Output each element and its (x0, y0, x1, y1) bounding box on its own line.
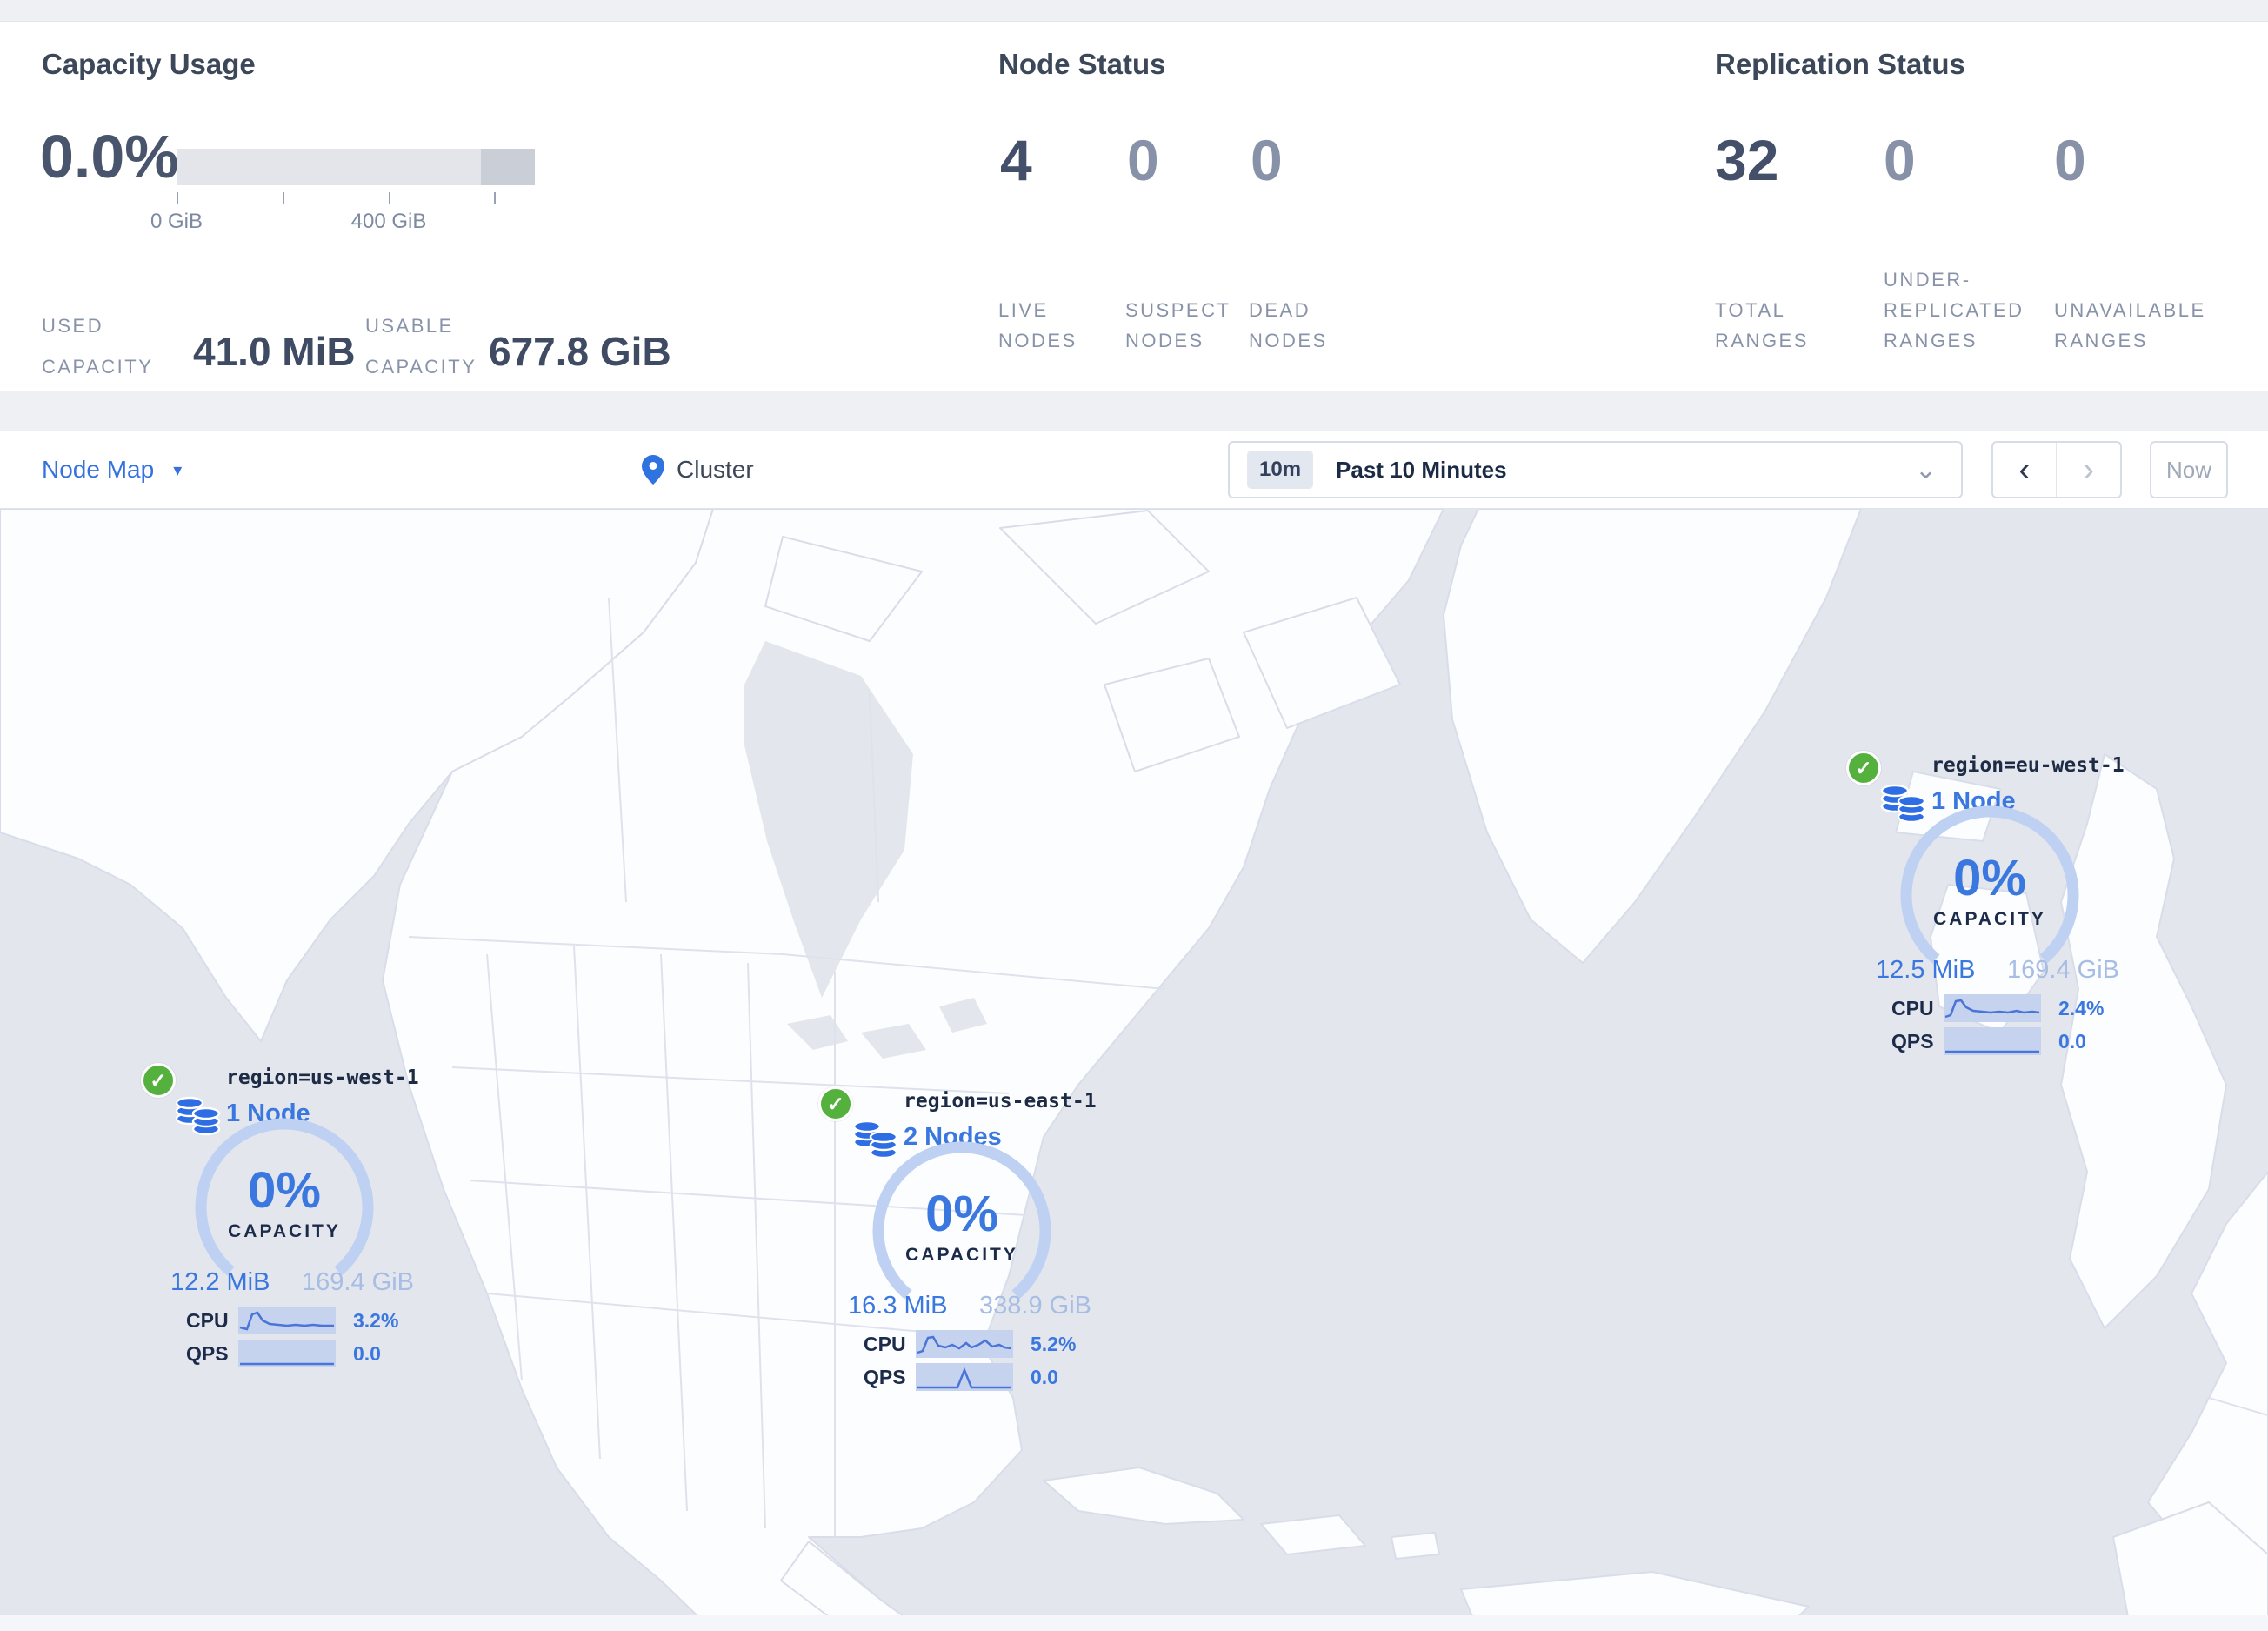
qps-label: QPS (186, 1341, 229, 1365)
total-ranges-label: TOTAL RANGES (1715, 299, 1809, 351)
cpu-row: CPU 3.2% (186, 1307, 398, 1334)
cpu-label: CPU (1891, 996, 1934, 1019)
suspect-nodes-label: SUSPECT NODES (1125, 299, 1231, 351)
region-used-capacity: 16.3 MiB (848, 1292, 948, 1320)
capacity-percent: 0.0% (40, 123, 179, 191)
cpu-label: CPU (864, 1332, 906, 1355)
capacity-bar-segment (481, 149, 535, 185)
breadcrumb-label: Cluster (677, 456, 754, 483)
used-capacity-value: 41.0 MiB (193, 329, 356, 374)
total-ranges-count: 32 (1715, 128, 1779, 192)
healthy-check-icon: ✓ (818, 1086, 853, 1121)
location-pin-icon (642, 455, 664, 485)
qps-label: QPS (864, 1365, 906, 1388)
time-range-chip: 10m (1247, 451, 1314, 489)
suspect-nodes-count: 0 (1127, 128, 1159, 192)
unavailable-ranges-count: 0 (2054, 128, 2086, 192)
usable-capacity-label: USABLE CAPACITY (365, 315, 477, 378)
usable-capacity-value: 677.8 GiB (489, 329, 671, 374)
node-map: ✓ region=us-west-1 1 Node 0% CAPACITY 12… (0, 509, 2268, 1631)
live-nodes-count: 4 (1000, 128, 1032, 192)
healthy-check-icon: ✓ (141, 1063, 176, 1098)
capacity-values: 12.2 MiB 169.4 GiB (170, 1268, 414, 1297)
gauge-percent: 0% (925, 1186, 998, 1242)
capacity-values: 16.3 MiB 338.9 GiB (848, 1292, 1091, 1320)
breadcrumb[interactable]: Cluster (642, 431, 754, 509)
region-marker-us-east-1[interactable]: ✓ region=us-east-1 2 Nodes 0% CAPACITY 1… (817, 1086, 1112, 1391)
chevron-down-icon: ⌄ (1914, 455, 1937, 485)
time-range-label: Past 10 Minutes (1336, 456, 1507, 483)
time-range-dropdown[interactable]: 10m Past 10 Minutes ⌄ (1228, 441, 1963, 498)
unavailable-ranges-label: UNAVAILABLE RANGES (2054, 299, 2206, 351)
cpu-row: CPU 2.4% (1891, 994, 2104, 1022)
healthy-check-icon: ✓ (1846, 751, 1881, 785)
cpu-value: 3.2% (353, 1308, 399, 1332)
node-status-title: Node Status (998, 48, 1166, 80)
axis-tick (177, 192, 178, 204)
dead-nodes-count: 0 (1251, 128, 1283, 192)
axis-tick-label: 0 GiB (150, 210, 203, 233)
dead-nodes-label: DEAD NODES (1249, 299, 1328, 351)
region-marker-eu-west-1[interactable]: ✓ region=eu-west-1 1 Node 0% CAPACITY 12… (1844, 751, 2140, 1055)
replication-status-title: Replication Status (1715, 48, 1965, 80)
qps-sparkline (238, 1340, 336, 1367)
gauge-percent: 0% (1953, 850, 2026, 906)
region-used-capacity: 12.5 MiB (1876, 956, 1976, 984)
under-replicated-count: 0 (1884, 128, 1916, 192)
caret-down-icon: ▾ (173, 460, 183, 480)
map-toolbar: Node Map ▾ Cluster 10m Past 10 Minutes ⌄… (0, 431, 2268, 509)
qps-row: QPS 0.0 (1891, 1027, 2086, 1055)
live-nodes-label: LIVE NODES (998, 299, 1077, 351)
region-marker-us-west-1[interactable]: ✓ region=us-west-1 1 Node 0% CAPACITY 12… (139, 1063, 435, 1367)
region-name: region=us-west-1 (226, 1066, 419, 1089)
qps-label: QPS (1891, 1029, 1934, 1053)
summary-panel: Capacity Usage 0.0% 0 GiB 400 GiB USED C… (0, 21, 2268, 391)
cpu-sparkline (1944, 994, 2041, 1022)
map-bottom-strip (0, 1615, 2268, 1631)
qps-row: QPS 0.0 (864, 1363, 1058, 1391)
cpu-sparkline (238, 1307, 336, 1334)
cpu-label: CPU (186, 1308, 229, 1332)
qps-sparkline (1944, 1027, 2041, 1055)
capacity-bar (177, 149, 535, 185)
view-selector-label: Node Map (42, 456, 155, 483)
qps-value: 0.0 (1031, 1365, 1058, 1388)
view-selector-dropdown[interactable]: Node Map ▾ (42, 431, 182, 509)
next-time-button[interactable]: › (2057, 443, 2120, 497)
capacity-values: 12.5 MiB 169.4 GiB (1876, 956, 2119, 985)
region-usable-capacity: 169.4 GiB (2007, 956, 2119, 984)
region-name: region=us-east-1 (904, 1090, 1097, 1113)
cpu-value: 2.4% (2058, 996, 2105, 1019)
gauge-capacity-label: CAPACITY (905, 1245, 1018, 1265)
cluster-overview-page: Capacity Usage 0.0% 0 GiB 400 GiB USED C… (0, 0, 2268, 1631)
region-usable-capacity: 169.4 GiB (302, 1268, 414, 1296)
prev-time-button[interactable]: ‹ (1993, 443, 2057, 497)
region-usable-capacity: 338.9 GiB (979, 1292, 1091, 1320)
region-used-capacity: 12.2 MiB (170, 1268, 270, 1296)
under-replicated-label: UNDER- REPLICATED RANGES (1884, 269, 2025, 351)
time-pager: ‹ › (1991, 441, 2122, 498)
used-capacity-label: USED CAPACITY (42, 315, 154, 378)
axis-tick-label: 400 GiB (350, 210, 427, 233)
gauge-capacity-label: CAPACITY (228, 1221, 341, 1241)
axis-tick (494, 192, 496, 204)
region-name: region=eu-west-1 (1931, 754, 2125, 777)
cpu-row: CPU 5.2% (864, 1330, 1076, 1358)
qps-sparkline (916, 1363, 1013, 1391)
gauge-percent: 0% (248, 1162, 321, 1219)
gauge-capacity-label: CAPACITY (1933, 909, 2046, 929)
axis-tick (389, 192, 390, 204)
axis-tick (283, 192, 284, 204)
cpu-sparkline (916, 1330, 1013, 1358)
qps-value: 0.0 (2058, 1029, 2086, 1053)
capacity-usage-title: Capacity Usage (42, 48, 256, 80)
cpu-value: 5.2% (1031, 1332, 1077, 1355)
qps-row: QPS 0.0 (186, 1340, 381, 1367)
qps-value: 0.0 (353, 1341, 381, 1365)
now-button[interactable]: Now (2150, 441, 2228, 498)
